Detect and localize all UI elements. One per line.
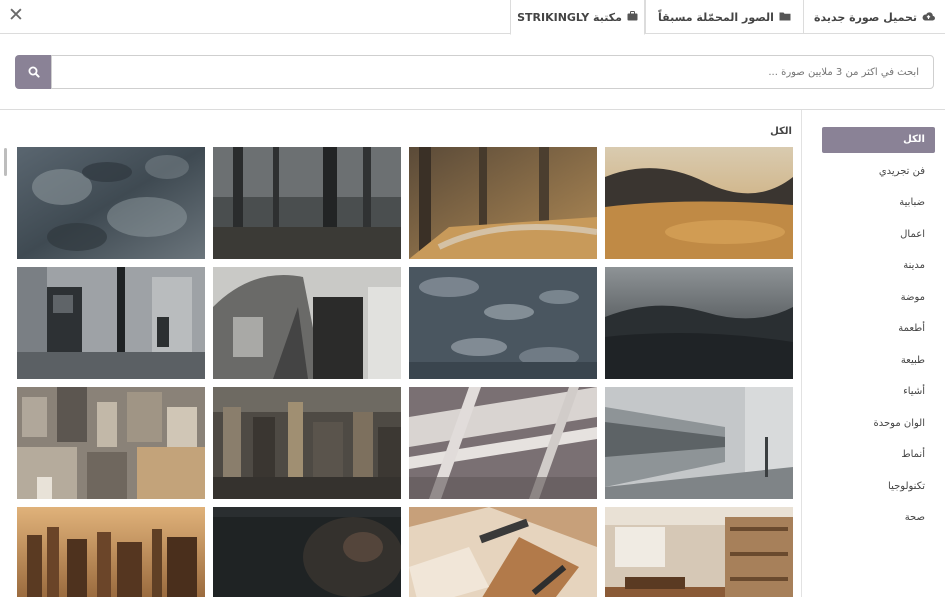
image-thumbnail[interactable] bbox=[213, 387, 401, 499]
search-input[interactable] bbox=[51, 55, 934, 89]
category-blur[interactable]: ضبابية bbox=[822, 190, 935, 216]
image-thumbnail[interactable] bbox=[17, 387, 205, 499]
image-thumbnail[interactable] bbox=[213, 267, 401, 379]
image-thumbnail[interactable] bbox=[409, 147, 597, 259]
image-thumbnail[interactable] bbox=[605, 267, 793, 379]
category-sidebar: الكل فن تجريدي ضبابية اعمال مدينة موضة أ… bbox=[802, 110, 945, 597]
category-nature[interactable]: طبيعة bbox=[822, 348, 935, 374]
folder-icon bbox=[779, 11, 791, 24]
briefcase-icon bbox=[627, 10, 638, 24]
image-thumbnail[interactable] bbox=[605, 507, 793, 597]
tab-label: مكتبة STRIKINGLY bbox=[517, 10, 622, 24]
image-thumbnail[interactable] bbox=[213, 147, 401, 259]
close-icon[interactable]: ✕ bbox=[5, 4, 27, 26]
gallery-title: الكل bbox=[770, 126, 792, 137]
image-thumbnail[interactable] bbox=[605, 387, 793, 499]
image-gallery[interactable]: الكل bbox=[0, 110, 801, 597]
category-technology[interactable]: تكنولوجيا bbox=[822, 474, 935, 500]
image-thumbnail[interactable] bbox=[17, 147, 205, 259]
tab-label: تحميل صورة جديدة bbox=[814, 10, 918, 24]
category-abstract[interactable]: فن تجريدي bbox=[822, 159, 935, 185]
image-thumbnail[interactable] bbox=[409, 507, 597, 597]
top-bar: ✕ مكتبة STRIKINGLY الصور المحمّلة مسبقاً… bbox=[0, 0, 945, 35]
image-thumbnail[interactable] bbox=[409, 267, 597, 379]
image-thumbnail[interactable] bbox=[409, 387, 597, 499]
image-thumbnail[interactable] bbox=[213, 507, 401, 597]
category-health[interactable]: صحة bbox=[822, 505, 935, 531]
image-thumbnail[interactable] bbox=[17, 507, 205, 597]
category-objects[interactable]: أشياء bbox=[822, 379, 935, 405]
category-all[interactable]: الكل bbox=[822, 127, 935, 153]
category-business[interactable]: اعمال bbox=[822, 222, 935, 248]
category-solid-colors[interactable]: الوان موحدة bbox=[822, 411, 935, 437]
category-patterns[interactable]: أنماط bbox=[822, 442, 935, 468]
tab-preloaded-images[interactable]: الصور المحمّلة مسبقاً bbox=[645, 0, 803, 34]
category-food[interactable]: أطعمة bbox=[822, 316, 935, 342]
tab-upload-image[interactable]: تحميل صورة جديدة bbox=[803, 0, 945, 34]
cloud-upload-icon bbox=[922, 11, 935, 24]
tab-label: الصور المحمّلة مسبقاً bbox=[658, 10, 774, 24]
image-thumbnail[interactable] bbox=[605, 147, 793, 259]
tab-strikingly-library[interactable]: مكتبة STRIKINGLY bbox=[510, 0, 645, 35]
category-city[interactable]: مدينة bbox=[822, 253, 935, 279]
category-fashion[interactable]: موضة bbox=[822, 285, 935, 311]
search-bar bbox=[15, 55, 934, 89]
search-button[interactable] bbox=[15, 55, 52, 89]
image-thumbnail[interactable] bbox=[17, 267, 205, 379]
scrollbar[interactable] bbox=[4, 148, 7, 176]
search-icon bbox=[28, 63, 40, 82]
